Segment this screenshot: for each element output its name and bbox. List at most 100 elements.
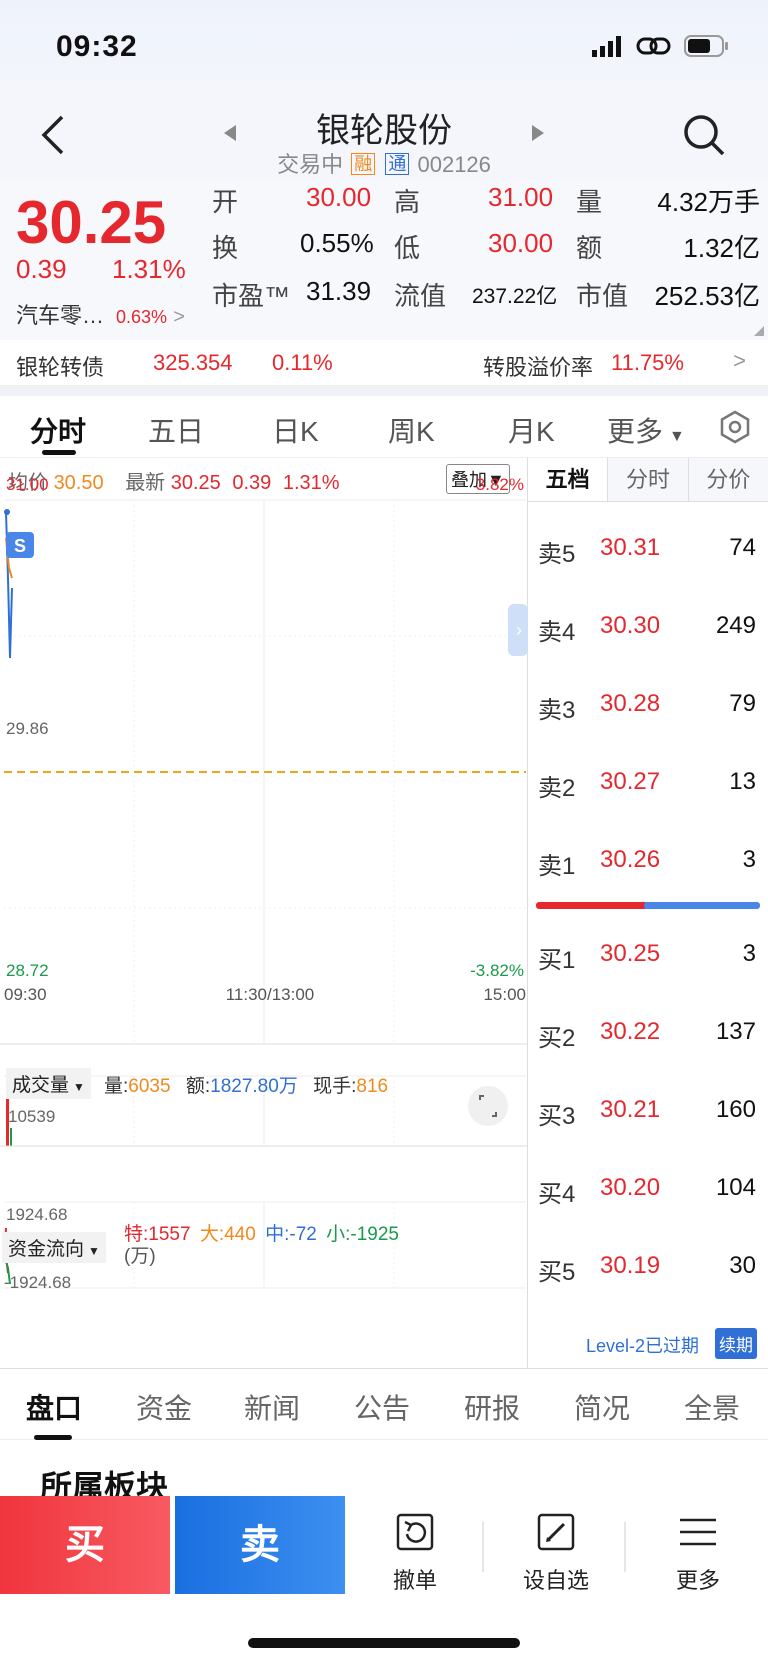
more-button[interactable]: 更多 <box>638 1512 758 1595</box>
vol-y-mid: 10539 <box>8 1107 55 1126</box>
order-book: 五档 分时 分价 卖5 30.31 74 卖4 30.30 249 卖3 30.… <box>528 458 768 1368</box>
bid-row[interactable]: 买1 30.25 3 <box>528 940 768 980</box>
level2-expired-text[interactable]: Level-2已过期 <box>586 1332 699 1358</box>
volume-selector[interactable]: 成交量 ▼ <box>6 1068 91 1099</box>
turnover-label: 换 <box>212 233 239 263</box>
mcap-label: 市值 <box>576 281 629 311</box>
bid-ask-ratio-bar <box>536 902 760 909</box>
fullscreen-button[interactable] <box>468 1086 508 1126</box>
open-label: 开 <box>212 187 239 217</box>
info-tabs: 盘口 资金 新闻 公告 研报 简况 全景 <box>0 1368 768 1440</box>
tab-five-levels[interactable]: 五档 <box>528 458 609 501</box>
amount-label: 额 <box>576 233 603 263</box>
tab-more[interactable]: 更多 ▼ <box>607 410 685 450</box>
bid-label: 买3 <box>538 1103 576 1130</box>
y-label-top: 31.00 <box>6 475 49 494</box>
stock-subtitle: 交易中 融 通 002126 <box>0 147 768 179</box>
chart-tabs: 分时 五日 日K 周K 月K 更多 ▼ <box>0 396 768 458</box>
ask-label: 卖3 <box>538 697 576 724</box>
tab-weekly-k[interactable]: 周K <box>388 410 435 450</box>
last-price: 30.25 <box>16 189 167 256</box>
bid-row[interactable]: 买5 30.19 30 <box>528 1252 768 1292</box>
stock-code: 002126 <box>417 152 491 177</box>
ask-volume: 79 <box>729 690 756 717</box>
ask-row[interactable]: 卖1 30.26 3 <box>528 846 768 886</box>
flow-unit: (万) <box>124 1246 156 1267</box>
ask-price: 30.31 <box>600 534 661 561</box>
tab-research[interactable]: 研报 <box>464 1387 520 1427</box>
cancel-order-label: 撤单 <box>392 1568 437 1593</box>
chevron-right-icon: > <box>173 306 185 328</box>
cb-pct: 0.11% <box>272 350 333 375</box>
ask-row[interactable]: 卖3 30.28 79 <box>528 690 768 730</box>
home-indicator <box>248 1638 520 1648</box>
add-watchlist-button[interactable]: 设自选 <box>496 1512 616 1595</box>
amount-stat-value: 1827.80万 <box>210 1076 298 1097</box>
tab-active-indicator <box>42 450 76 455</box>
search-icon[interactable] <box>682 113 726 157</box>
tab-price-volume[interactable]: 分价 <box>688 458 768 501</box>
tab-funds[interactable]: 资金 <box>136 1387 192 1427</box>
next-stock-icon[interactable] <box>530 123 546 143</box>
buy-button[interactable]: 买 <box>0 1496 170 1594</box>
high-value: 31.00 <box>488 182 554 212</box>
ask-row[interactable]: 卖2 30.27 13 <box>528 768 768 808</box>
flow-stats: 特:1557 大:440 中:-72 小:-1925 (万) <box>124 1224 399 1268</box>
tab-orderbook[interactable]: 盘口 <box>26 1387 82 1427</box>
convertible-bond-row[interactable]: 银轮转债 325.354 0.11% 转股溢价率 11.75% > <box>0 340 768 386</box>
price-change-pct: 1.31% <box>112 254 186 284</box>
info-tab-indicator <box>34 1435 72 1440</box>
flow-selector[interactable]: 资金流向 ▼ <box>2 1232 106 1263</box>
sector-link[interactable]: 汽车零… 0.63% > <box>16 298 185 330</box>
time-label-mid: 11:30/13:00 <box>226 985 315 1004</box>
tab-news[interactable]: 新闻 <box>244 1387 300 1427</box>
signal-badge-text: S <box>14 536 26 556</box>
caret-down-icon: ▼ <box>669 428 685 445</box>
tab-more-label: 更多 <box>607 416 664 447</box>
tab-daily-k[interactable]: 日K <box>272 410 319 450</box>
signal-icon <box>592 36 621 57</box>
price-change: 0.39 <box>16 254 67 284</box>
bid-row[interactable]: 买3 30.21 160 <box>528 1096 768 1136</box>
bid-label: 买1 <box>538 947 576 974</box>
tab-announcements[interactable]: 公告 <box>354 1387 410 1427</box>
bid-row[interactable]: 买2 30.22 137 <box>528 1018 768 1058</box>
bid-volume: 104 <box>715 1174 756 1201</box>
bid-row[interactable]: 买4 30.20 104 <box>528 1174 768 1214</box>
volume-stats: 量:6035 额:1827.80万 现手:816 <box>104 1071 388 1098</box>
ask-row[interactable]: 卖5 30.31 74 <box>528 534 768 574</box>
low-value: 30.00 <box>488 228 554 258</box>
status-bar: 09:32 <box>0 0 768 95</box>
tab-intraday[interactable]: 分时 <box>30 410 86 450</box>
bid-volume: 3 <box>742 940 756 967</box>
link-icon <box>636 37 671 55</box>
flow-y-bottom: -1924.68 <box>4 1273 71 1292</box>
tab-monthly-k[interactable]: 月K <box>508 410 555 450</box>
cancel-order-button[interactable]: 撤单 <box>355 1512 475 1595</box>
time-label-start: 09:30 <box>4 985 47 1004</box>
tab-overview[interactable]: 全景 <box>684 1387 740 1427</box>
section-gap <box>0 386 768 396</box>
sell-button[interactable]: 卖 <box>175 1496 345 1594</box>
ask-row[interactable]: 卖4 30.30 249 <box>528 612 768 652</box>
chevron-right-icon: › <box>516 620 522 640</box>
bid-price: 30.20 <box>600 1174 661 1201</box>
menu-icon <box>680 1518 716 1546</box>
hand-stat-label: 现手: <box>313 1076 357 1097</box>
flow-y-top: 1924.68 <box>6 1205 67 1224</box>
pct-label-top: 3.82% <box>476 475 524 494</box>
cb-premium-label: 转股溢价率 <box>483 355 594 380</box>
tab-five-day[interactable]: 五日 <box>148 410 204 450</box>
volume-stat-value: 6035 <box>128 1076 171 1097</box>
volume-label: 量 <box>576 187 603 217</box>
tab-ticks[interactable]: 分时 <box>608 458 689 501</box>
tab-profile[interactable]: 简况 <box>574 1387 630 1427</box>
settings-hexagon-icon[interactable] <box>718 410 752 444</box>
cb-premium: 11.75% <box>611 350 684 375</box>
ask-price: 30.27 <box>600 768 661 795</box>
ask-volume: 74 <box>729 534 756 561</box>
bid-volume: 30 <box>729 1252 756 1279</box>
renew-button[interactable]: 续期 <box>715 1328 757 1359</box>
bid-volume: 137 <box>715 1018 756 1045</box>
amount-value: 1.32亿 <box>683 233 760 263</box>
